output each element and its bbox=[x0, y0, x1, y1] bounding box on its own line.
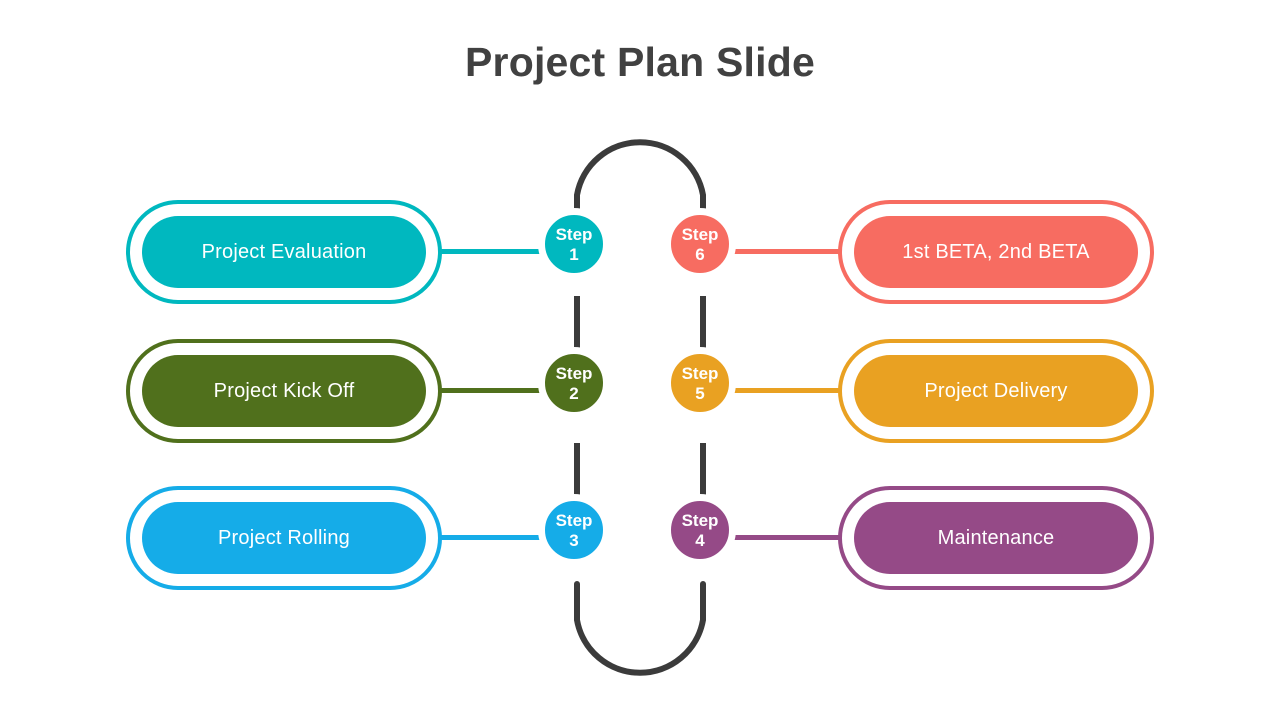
step-word: Step bbox=[681, 510, 719, 530]
capsule-label: 1st BETA, 2nd BETA bbox=[902, 240, 1090, 263]
connector-right-row1 bbox=[734, 249, 842, 254]
step-word: Step bbox=[555, 363, 593, 383]
capsule-beta[interactable]: 1st BETA, 2nd BETA bbox=[838, 200, 1154, 304]
capsule-label: Project Kick Off bbox=[213, 379, 355, 402]
step-number: 6 bbox=[695, 244, 705, 264]
capsule-project-evaluation[interactable]: Project Evaluation bbox=[126, 200, 442, 304]
step-circle-4[interactable]: Step 4 bbox=[664, 494, 736, 566]
connector-right-row2 bbox=[734, 388, 842, 393]
process-row: Project Rolling Step 3 Step 4 Maintenanc… bbox=[0, 486, 1280, 606]
capsule-fill: 1st BETA, 2nd BETA bbox=[854, 216, 1138, 288]
connector-left-row1 bbox=[440, 249, 546, 254]
capsule-project-kick-off[interactable]: Project Kick Off bbox=[126, 339, 442, 443]
step-circle-5[interactable]: Step 5 bbox=[664, 347, 736, 419]
capsule-fill: Project Kick Off bbox=[142, 355, 426, 427]
capsule-fill: Project Rolling bbox=[142, 502, 426, 574]
step-word: Step bbox=[681, 363, 719, 383]
step-circle-2[interactable]: Step 2 bbox=[538, 347, 610, 419]
step-number: 3 bbox=[569, 530, 579, 550]
step-word: Step bbox=[555, 224, 593, 244]
capsule-project-rolling[interactable]: Project Rolling bbox=[126, 486, 442, 590]
page-title: Project Plan Slide bbox=[465, 39, 815, 85]
capsule-maintenance[interactable]: Maintenance bbox=[838, 486, 1154, 590]
capsule-label: Project Evaluation bbox=[201, 240, 367, 263]
connector-left-row3 bbox=[440, 535, 546, 540]
step-number: 1 bbox=[569, 244, 579, 264]
connector-right-row3 bbox=[734, 535, 842, 540]
step-circle-3[interactable]: Step 3 bbox=[538, 494, 610, 566]
capsule-label: Project Rolling bbox=[218, 526, 350, 549]
capsule-label: Maintenance bbox=[937, 526, 1055, 549]
capsule-fill: Maintenance bbox=[854, 502, 1138, 574]
step-word: Step bbox=[681, 224, 719, 244]
step-number: 2 bbox=[569, 383, 579, 403]
step-circle-6[interactable]: Step 6 bbox=[664, 208, 736, 280]
process-row: Project Evaluation Step 1 Step 6 1st BET… bbox=[0, 200, 1280, 320]
capsule-label: Project Delivery bbox=[924, 379, 1068, 402]
connector-left-row2 bbox=[440, 388, 546, 393]
step-number: 4 bbox=[695, 530, 705, 550]
capsule-project-delivery[interactable]: Project Delivery bbox=[838, 339, 1154, 443]
step-number: 5 bbox=[695, 383, 705, 403]
process-row: Project Kick Off Step 2 Step 5 Project D… bbox=[0, 339, 1280, 459]
project-plan-slide: Project Plan Slide Project Evaluation St… bbox=[0, 0, 1280, 720]
capsule-fill: Project Evaluation bbox=[142, 216, 426, 288]
capsule-fill: Project Delivery bbox=[854, 355, 1138, 427]
step-word: Step bbox=[555, 510, 593, 530]
step-circle-1[interactable]: Step 1 bbox=[538, 208, 610, 280]
